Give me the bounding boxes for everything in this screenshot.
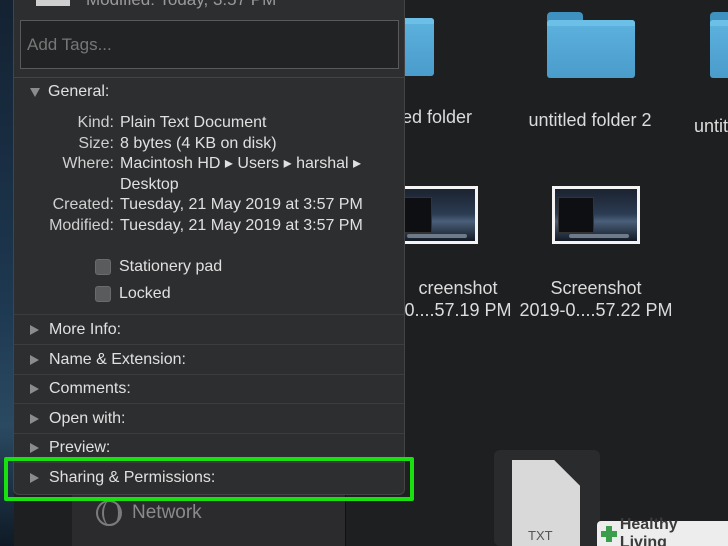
disclosure-collapsed-icon bbox=[30, 325, 39, 335]
disclosure-expanded-icon bbox=[30, 87, 40, 97]
cross-logo-icon bbox=[601, 525, 617, 542]
section-sharing-permissions[interactable]: Sharing & Permissions: bbox=[14, 463, 404, 493]
section-general[interactable]: General: bbox=[14, 77, 404, 107]
disclosure-collapsed-icon bbox=[30, 384, 39, 394]
disclosure-collapsed-icon bbox=[30, 414, 39, 424]
folder-label[interactable]: untit bbox=[694, 115, 728, 137]
disclosure-collapsed-icon bbox=[30, 443, 39, 453]
sidebar-item-label: Network bbox=[132, 502, 202, 523]
section-more-info[interactable]: More Info: bbox=[14, 315, 404, 345]
stationery-pad-checkbox[interactable]: Stationery pad bbox=[95, 258, 222, 276]
txt-document-icon[interactable]: TXT bbox=[494, 450, 600, 546]
folder-label[interactable]: untitled folder 2 bbox=[512, 109, 668, 131]
tags-input[interactable] bbox=[20, 20, 399, 69]
folder-icon[interactable] bbox=[710, 12, 728, 78]
watermark: Healthy Living bbox=[597, 516, 728, 546]
section-open-with[interactable]: Open with: bbox=[14, 404, 404, 434]
get-info-panel: Modified: Today, 3:57 PM General: Kind: … bbox=[13, 0, 405, 495]
modified-summary: Modified: Today, 3:57 PM bbox=[86, 0, 276, 10]
screenshot-thumbnail[interactable] bbox=[552, 186, 640, 244]
file-label[interactable]: Screenshot 2019-0....57.22 PM bbox=[516, 277, 676, 321]
disclosure-collapsed-icon bbox=[30, 473, 39, 483]
file-label[interactable]: creenshot 0....57.19 PM bbox=[398, 277, 518, 321]
checkbox-box[interactable] bbox=[95, 259, 111, 275]
globe-icon bbox=[96, 500, 122, 526]
document-icon bbox=[36, 0, 70, 6]
disclosure-collapsed-icon bbox=[30, 355, 39, 365]
desktop-background bbox=[0, 0, 14, 546]
sidebar-item-network[interactable]: Network bbox=[96, 500, 202, 526]
txt-badge: TXT bbox=[528, 528, 553, 543]
section-preview[interactable]: Preview: bbox=[14, 433, 404, 463]
section-name-extension[interactable]: Name & Extension: bbox=[14, 345, 404, 375]
locked-checkbox[interactable]: Locked bbox=[95, 285, 171, 303]
folder-icon[interactable] bbox=[547, 12, 635, 78]
checkbox-box[interactable] bbox=[95, 286, 111, 302]
section-comments[interactable]: Comments: bbox=[14, 374, 404, 404]
panel-header: Modified: Today, 3:57 PM bbox=[14, 0, 404, 78]
